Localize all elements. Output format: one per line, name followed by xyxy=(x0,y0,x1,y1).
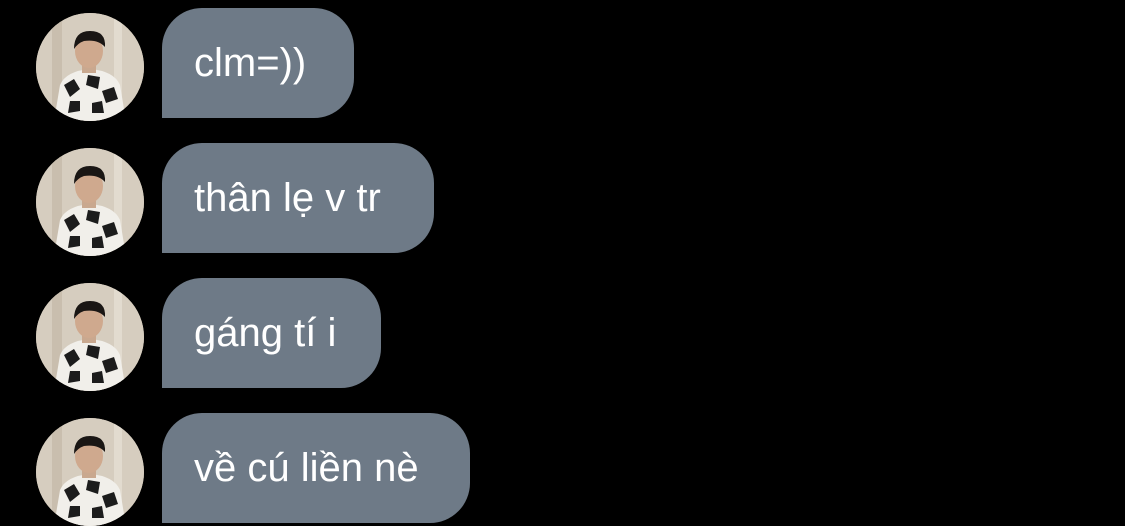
message-row: clm=)) xyxy=(0,8,1125,121)
message-row: về cú liền nè xyxy=(0,413,1125,526)
message-bubble[interactable]: về cú liền nè xyxy=(162,413,470,523)
message-row: thân lẹ v tr xyxy=(0,143,1125,256)
avatar[interactable] xyxy=(36,283,144,391)
message-bubble[interactable]: thân lẹ v tr xyxy=(162,143,434,253)
message-row: gáng tí i xyxy=(0,278,1125,391)
person-photo-icon xyxy=(36,418,144,526)
avatar[interactable] xyxy=(36,13,144,121)
message-text: gáng tí i xyxy=(194,311,337,355)
message-bubble[interactable]: clm=)) xyxy=(162,8,354,118)
person-photo-icon xyxy=(36,13,144,121)
avatar[interactable] xyxy=(36,148,144,256)
message-thread: clm=)) thân lẹ v tr gáng tí i về cú liền… xyxy=(0,0,1125,526)
person-photo-icon xyxy=(36,283,144,391)
message-text: thân lẹ v tr xyxy=(194,176,381,220)
message-text: về cú liền nè xyxy=(194,446,419,490)
message-bubble[interactable]: gáng tí i xyxy=(162,278,381,388)
avatar[interactable] xyxy=(36,418,144,526)
message-text: clm=)) xyxy=(194,41,307,85)
person-photo-icon xyxy=(36,148,144,256)
